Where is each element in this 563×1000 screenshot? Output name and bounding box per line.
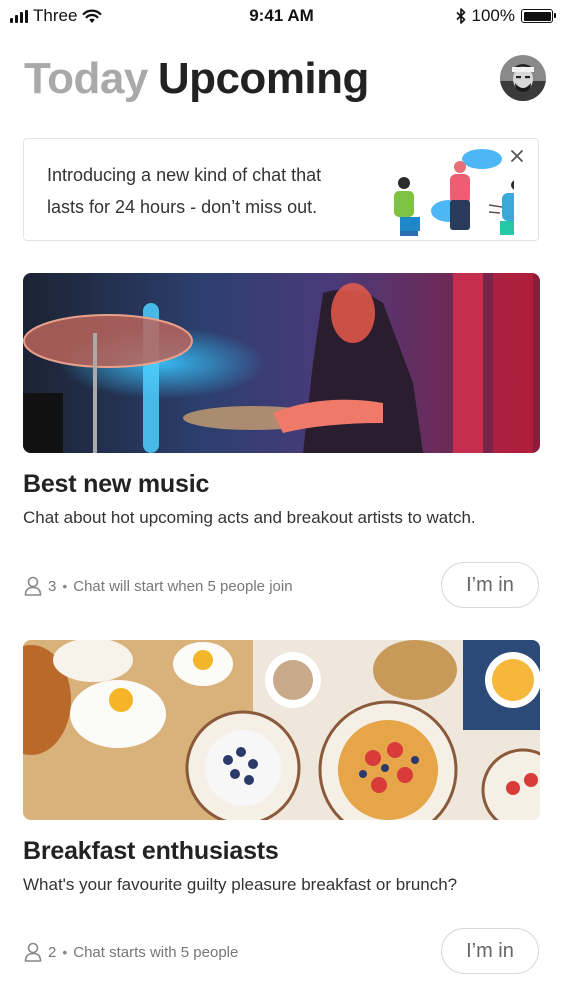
battery-fill — [523, 11, 551, 21]
banner-line-1: Introducing a new kind of chat that — [47, 165, 322, 185]
status-bar: Three 9:41 AM 100% — [0, 0, 563, 32]
participant-count: 3 — [48, 577, 57, 595]
separator-dot: • — [62, 944, 68, 960]
intro-banner: Introducing a new kind of chat that last… — [23, 138, 539, 241]
chat-status: Chat starts with 5 people — [73, 943, 239, 961]
participant-count: 2 — [48, 943, 57, 961]
person-icon — [24, 942, 42, 962]
breakfast-table-photo — [23, 640, 540, 820]
close-icon[interactable] — [508, 147, 526, 165]
card-meta: 3 • Chat will start when 5 people join — [24, 576, 293, 596]
battery-percent: 100% — [471, 6, 515, 25]
battery-group: 100% — [455, 6, 556, 26]
card-description: Chat about hot upcoming acts and breakou… — [23, 508, 476, 527]
card-description: What's your favourite guilty pleasure br… — [23, 875, 458, 894]
banner-text: Introducing a new kind of chat that last… — [47, 159, 367, 223]
banner-line-2: lasts for 24 hours - don’t miss out. — [47, 197, 318, 217]
chat-status: Chat will start when 5 people join — [73, 577, 293, 595]
im-in-button[interactable]: I’m in — [441, 562, 539, 608]
avatar[interactable] — [500, 55, 546, 101]
card-title: Best new music — [23, 470, 210, 498]
im-in-button[interactable]: I’m in — [441, 928, 539, 974]
page-header: Today Upcoming — [24, 54, 369, 104]
separator-dot: • — [62, 578, 68, 594]
person-icon — [24, 576, 42, 596]
people-chatting-illustration — [394, 149, 514, 236]
card-image-music[interactable] — [23, 273, 540, 453]
bluetooth-icon — [455, 8, 465, 24]
drummer-concert-photo — [23, 273, 540, 453]
tab-upcoming[interactable]: Upcoming — [158, 54, 370, 103]
card-image-breakfast[interactable] — [23, 640, 540, 820]
tab-today[interactable]: Today — [24, 54, 148, 103]
profile-photo — [500, 55, 546, 101]
card-title: Breakfast enthusiasts — [23, 837, 279, 865]
card-meta: 2 • Chat starts with 5 people — [24, 942, 238, 962]
battery-icon — [521, 9, 556, 23]
